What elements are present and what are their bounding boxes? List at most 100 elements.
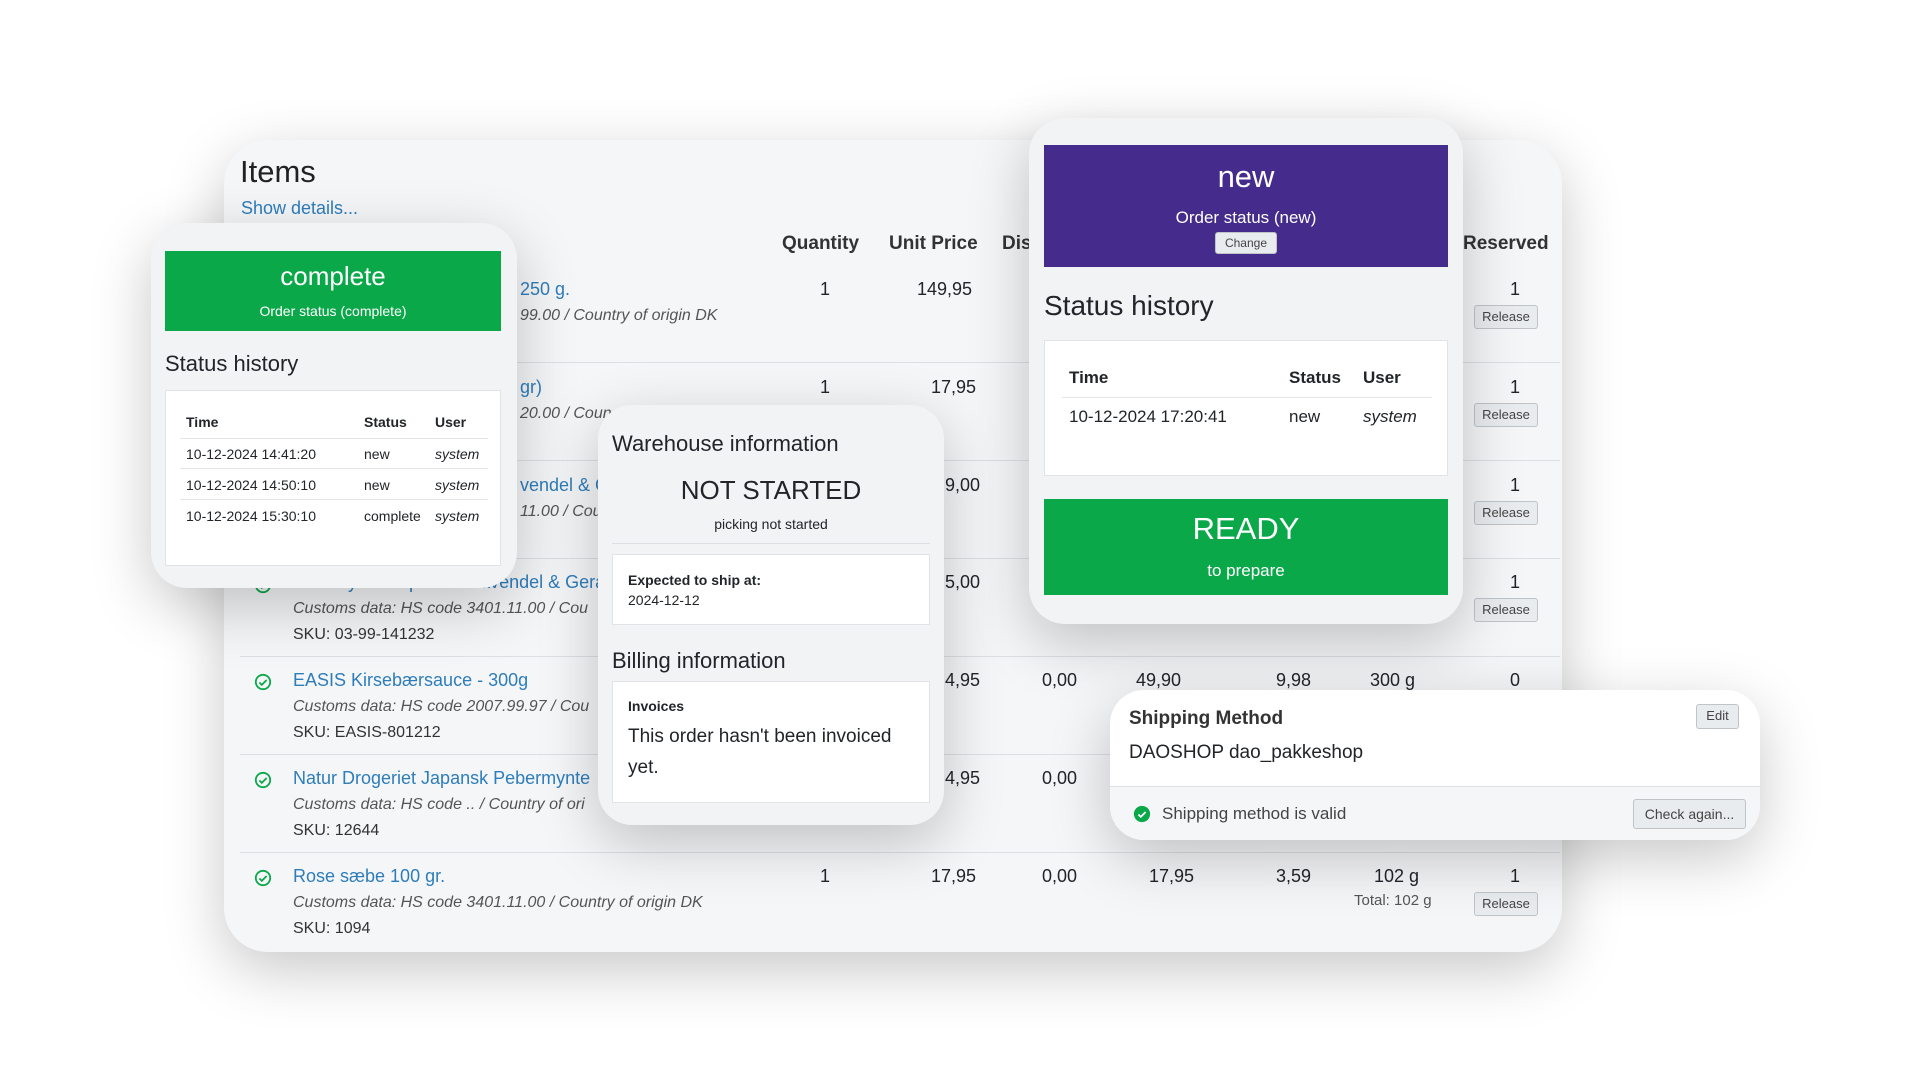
release-button[interactable]: Release: [1474, 501, 1538, 525]
ready-subtitle: to prepare: [1207, 561, 1285, 580]
item-name-link[interactable]: gr): [520, 377, 542, 398]
status-banner: new Order status (new) Change: [1044, 145, 1448, 267]
history-time: 10-12-2024 17:20:41: [1069, 407, 1227, 426]
history-col-time: Time: [186, 414, 219, 430]
warehouse-title: Warehouse information: [612, 431, 839, 456]
item-name-link[interactable]: Rose sæbe 100 gr.: [293, 866, 445, 887]
shipping-valid-text: Shipping method is valid: [1162, 804, 1347, 823]
item-discount: 0,00: [1042, 768, 1078, 788]
warehouse-state: NOT STARTED: [680, 475, 862, 505]
history-col-time: Time: [1069, 368, 1109, 387]
history-col-status: Status: [1289, 368, 1341, 387]
item-customs: Customs data: HS code .. / Country of or…: [293, 796, 585, 813]
row-divider: [240, 852, 1560, 853]
check-circle-icon: [1133, 805, 1151, 823]
history-time: 10-12-2024 14:50:10: [186, 477, 316, 493]
check-again-button[interactable]: Check again...: [1633, 799, 1746, 829]
item-reserved: 1: [1510, 866, 1521, 886]
shipping-validation-bar: Shipping method is valid Check again...: [1110, 786, 1760, 840]
item-customs: 11.00 / Cour: [520, 503, 607, 520]
history-status: new: [364, 446, 390, 462]
item-weight: 300 g: [1370, 670, 1416, 690]
invoices-box: Invoices This order hasn't been invoiced…: [612, 681, 930, 803]
edit-shipping-button[interactable]: Edit: [1696, 704, 1739, 729]
divider: [612, 543, 930, 544]
status-subtitle: Order status (new): [1175, 208, 1317, 227]
item-sku: SKU: 1094: [293, 920, 371, 937]
item-total-weight: Total: 102 g: [1354, 892, 1432, 909]
item-vat: 9,98: [1276, 670, 1312, 690]
status-history-title: Status history: [165, 351, 299, 376]
item-reserved: 1: [1510, 572, 1521, 592]
item-sku: SKU: 03-99-141232: [293, 626, 435, 643]
item-unit-price: 9,00: [945, 475, 981, 495]
col-quantity: Quantity: [782, 233, 860, 254]
history-time: 10-12-2024 14:41:20: [186, 446, 316, 462]
item-customs: 20.00 / Coun: [520, 405, 612, 422]
history-user: system: [1363, 407, 1417, 426]
divider: [180, 468, 488, 469]
divider: [1062, 397, 1432, 398]
release-button[interactable]: Release: [1474, 403, 1538, 427]
item-price: 17,95: [1149, 866, 1195, 886]
divider: [180, 499, 488, 500]
item-qty: 1: [820, 377, 831, 397]
ready-banner: READY to prepare: [1044, 499, 1448, 595]
history-user: system: [435, 446, 480, 462]
warehouse-billing-card: Warehouse information NOT STARTED pickin…: [598, 405, 944, 825]
col-unit-price: Unit Price: [889, 233, 978, 254]
item-unit-price: 17,95: [931, 377, 977, 397]
item-name-link[interactable]: vendel & G: [520, 475, 609, 496]
item-unit-price: 4,95: [945, 768, 981, 788]
change-status-button[interactable]: Change: [1215, 232, 1277, 254]
history-col-status: Status: [364, 414, 407, 430]
shipping-method-name: DAOSHOP dao_pakkeshop: [1129, 742, 1364, 763]
status-title: complete: [280, 261, 386, 291]
status-subtitle: Order status (complete): [259, 303, 407, 319]
history-user: system: [435, 477, 480, 493]
history-status: new: [1289, 407, 1321, 426]
col-discount: Dis: [1002, 233, 1032, 254]
item-name-link[interactable]: Natur Drogeriet Japansk Pebermynte: [293, 768, 590, 789]
release-button[interactable]: Release: [1474, 892, 1538, 916]
ready-title: READY: [1192, 511, 1300, 546]
item-unit-price: 17,95: [931, 866, 977, 886]
item-reserved: 1: [1510, 377, 1521, 397]
item-qty: 1: [820, 866, 831, 886]
status-history-box: Time Status User 10-12-2024 17:20:41 new…: [1044, 340, 1448, 476]
invoices-text-cont: yet.: [628, 757, 659, 778]
history-status: complete: [364, 508, 421, 524]
order-status-new-card: new Order status (new) Change Status his…: [1029, 118, 1463, 624]
history-status: new: [364, 477, 390, 493]
item-sku: SKU: 12644: [293, 822, 380, 839]
item-customs: 99.00 / Country of origin DK: [520, 307, 718, 324]
shipping-title: Shipping Method: [1129, 708, 1284, 729]
history-user: system: [435, 508, 480, 524]
ship-date-box: Expected to ship at: 2024-12-12: [612, 554, 930, 625]
release-button[interactable]: Release: [1474, 305, 1538, 329]
status-title: new: [1217, 159, 1275, 194]
item-name-link[interactable]: EASIS Kirsebærsauce - 300g: [293, 670, 528, 691]
item-unit-price: 4,95: [945, 670, 981, 690]
item-name-link[interactable]: 250 g.: [520, 279, 570, 300]
item-customs: Customs data: HS code 3401.11.00 / Count…: [293, 894, 703, 911]
status-history-title: Status history: [1044, 290, 1214, 321]
item-customs: Customs data: HS code 3401.11.00 / Cou: [293, 600, 588, 617]
item-discount: 0,00: [1042, 866, 1078, 886]
item-unit-price: 149,95: [917, 279, 973, 299]
invoices-label: Invoices: [628, 698, 685, 714]
divider: [180, 438, 488, 439]
show-details-link[interactable]: Show details...: [241, 198, 358, 219]
item-reserved: 0: [1510, 670, 1521, 690]
item-price: 49,90: [1136, 670, 1182, 690]
check-circle-icon: [254, 869, 272, 887]
release-button[interactable]: Release: [1474, 598, 1538, 622]
item-vat: 3,59: [1276, 866, 1312, 886]
item-discount: 0,00: [1042, 670, 1078, 690]
status-banner: complete Order status (complete): [165, 251, 501, 331]
item-qty: 1: [820, 279, 831, 299]
status-history-box: Time Status User 10-12-2024 14:41:20 new…: [165, 390, 501, 566]
item-reserved: 1: [1510, 279, 1521, 299]
item-reserved: 1: [1510, 475, 1521, 495]
items-title: Items: [240, 154, 316, 189]
